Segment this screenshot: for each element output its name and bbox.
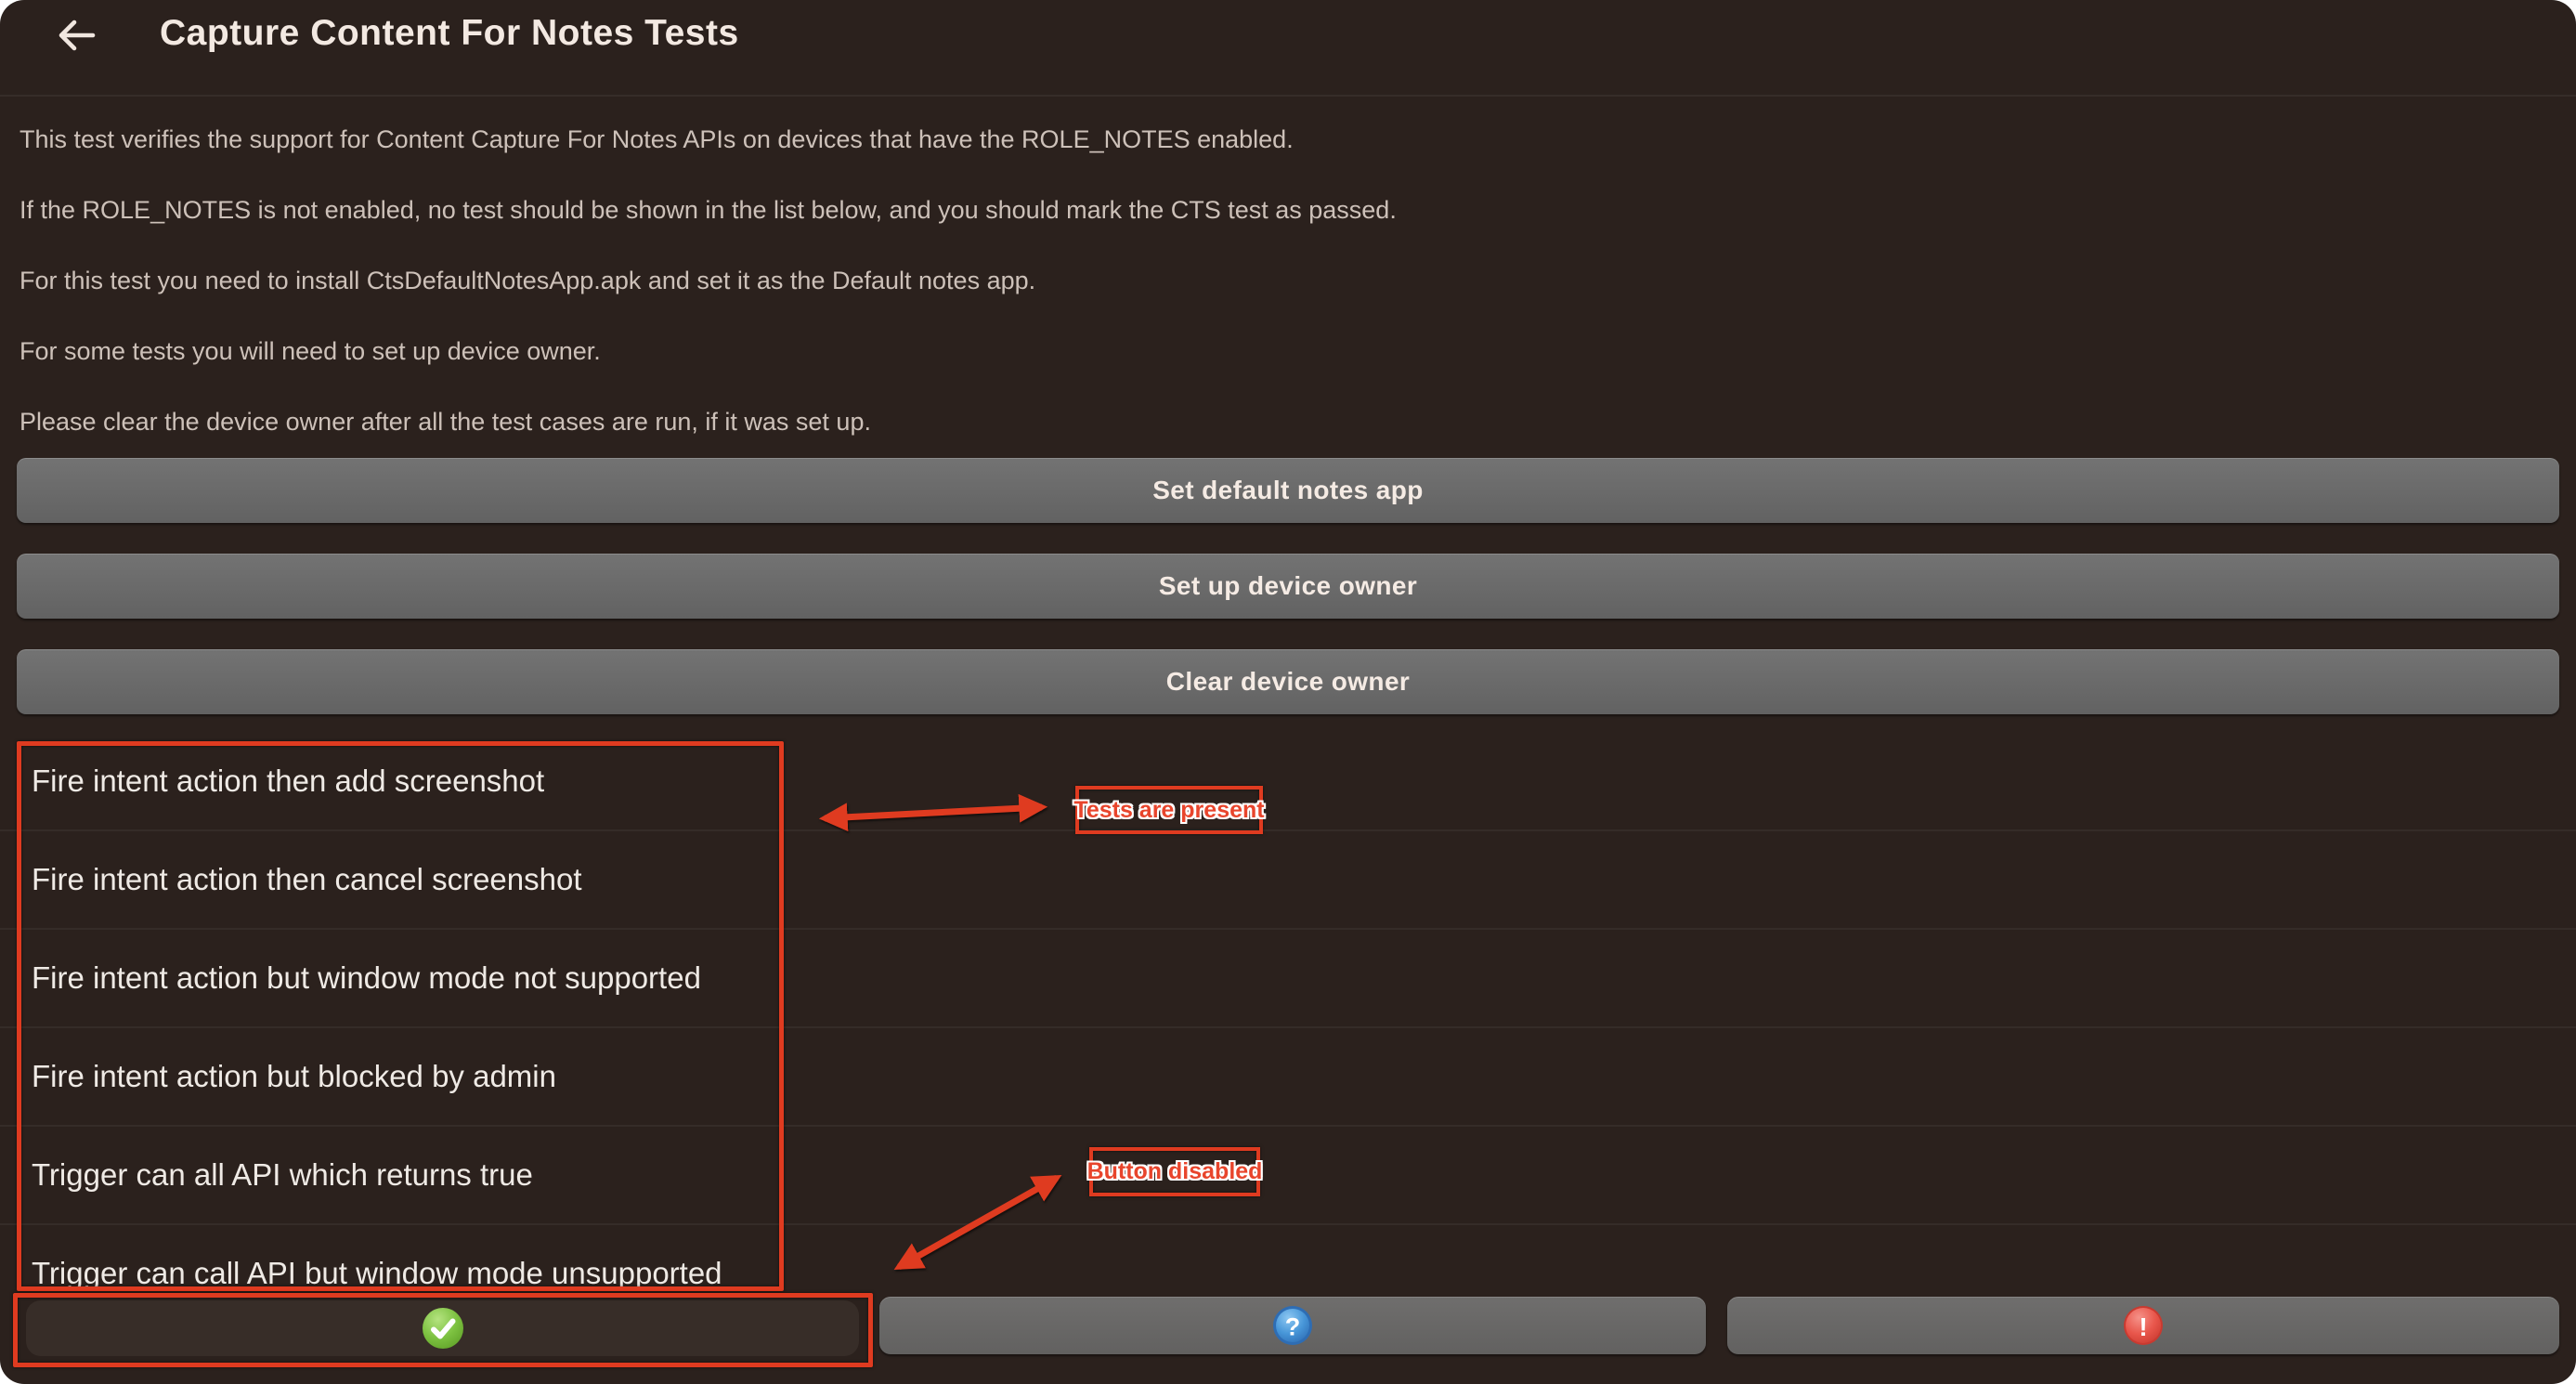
tests-present-arrow	[825, 807, 1042, 818]
back-button[interactable]	[54, 13, 98, 58]
test-list-item[interactable]: Fire intent action then cancel screensho…	[32, 860, 1332, 899]
button-label: Clear device owner	[1166, 667, 1410, 697]
tests-list-annotation-rect	[17, 741, 784, 1291]
info-question-icon: ?	[1272, 1305, 1313, 1346]
cts-verifier-window: Capture Content For Notes Tests This tes…	[0, 0, 2576, 1384]
test-list-item[interactable]: Trigger can call API but window mode uns…	[32, 1254, 1332, 1293]
list-divider	[0, 1026, 2576, 1028]
instruction-paragraph: For some tests you will need to set up d…	[20, 335, 2434, 367]
test-list-item[interactable]: Fire intent action but blocked by admin	[32, 1057, 1332, 1096]
list-divider	[0, 829, 2576, 831]
button-label: Set up device owner	[1159, 571, 1417, 601]
fail-button[interactable]: !	[1727, 1297, 2559, 1354]
button-label: Set default notes app	[1152, 476, 1424, 505]
test-list-item[interactable]: Fire intent action but window mode not s…	[32, 959, 1332, 998]
instruction-paragraph: For this test you need to install CtsDef…	[20, 265, 2434, 296]
exclamation-glyph: !	[2139, 1312, 2147, 1341]
clear-device-owner-button[interactable]: Clear device owner	[17, 649, 2559, 714]
list-divider	[0, 928, 2576, 930]
info-button[interactable]: ?	[879, 1297, 1706, 1354]
test-list-item[interactable]: Trigger can all API which returns true	[32, 1156, 1332, 1195]
instruction-paragraph: Please clear the device owner after all …	[20, 406, 2434, 437]
set-default-notes-app-button[interactable]: Set default notes app	[17, 458, 2559, 523]
instruction-paragraph: If the ROLE_NOTES is not enabled, no tes…	[20, 194, 2434, 226]
back-arrow-icon	[54, 13, 98, 58]
test-list-item[interactable]: Fire intent action then add screenshot	[32, 762, 1332, 801]
header-divider	[0, 95, 2576, 97]
pass-check-icon	[422, 1307, 464, 1350]
list-divider	[0, 1223, 2576, 1225]
fail-exclamation-icon: !	[2123, 1305, 2164, 1346]
header: Capture Content For Notes Tests	[0, 0, 2576, 95]
pass-button[interactable]	[26, 1300, 859, 1356]
instruction-paragraph: This test verifies the support for Conte…	[20, 124, 2434, 155]
question-glyph: ?	[1285, 1313, 1301, 1341]
list-divider	[0, 1125, 2576, 1127]
page-title: Capture Content For Notes Tests	[160, 0, 739, 67]
set-up-device-owner-button[interactable]: Set up device owner	[17, 554, 2559, 619]
